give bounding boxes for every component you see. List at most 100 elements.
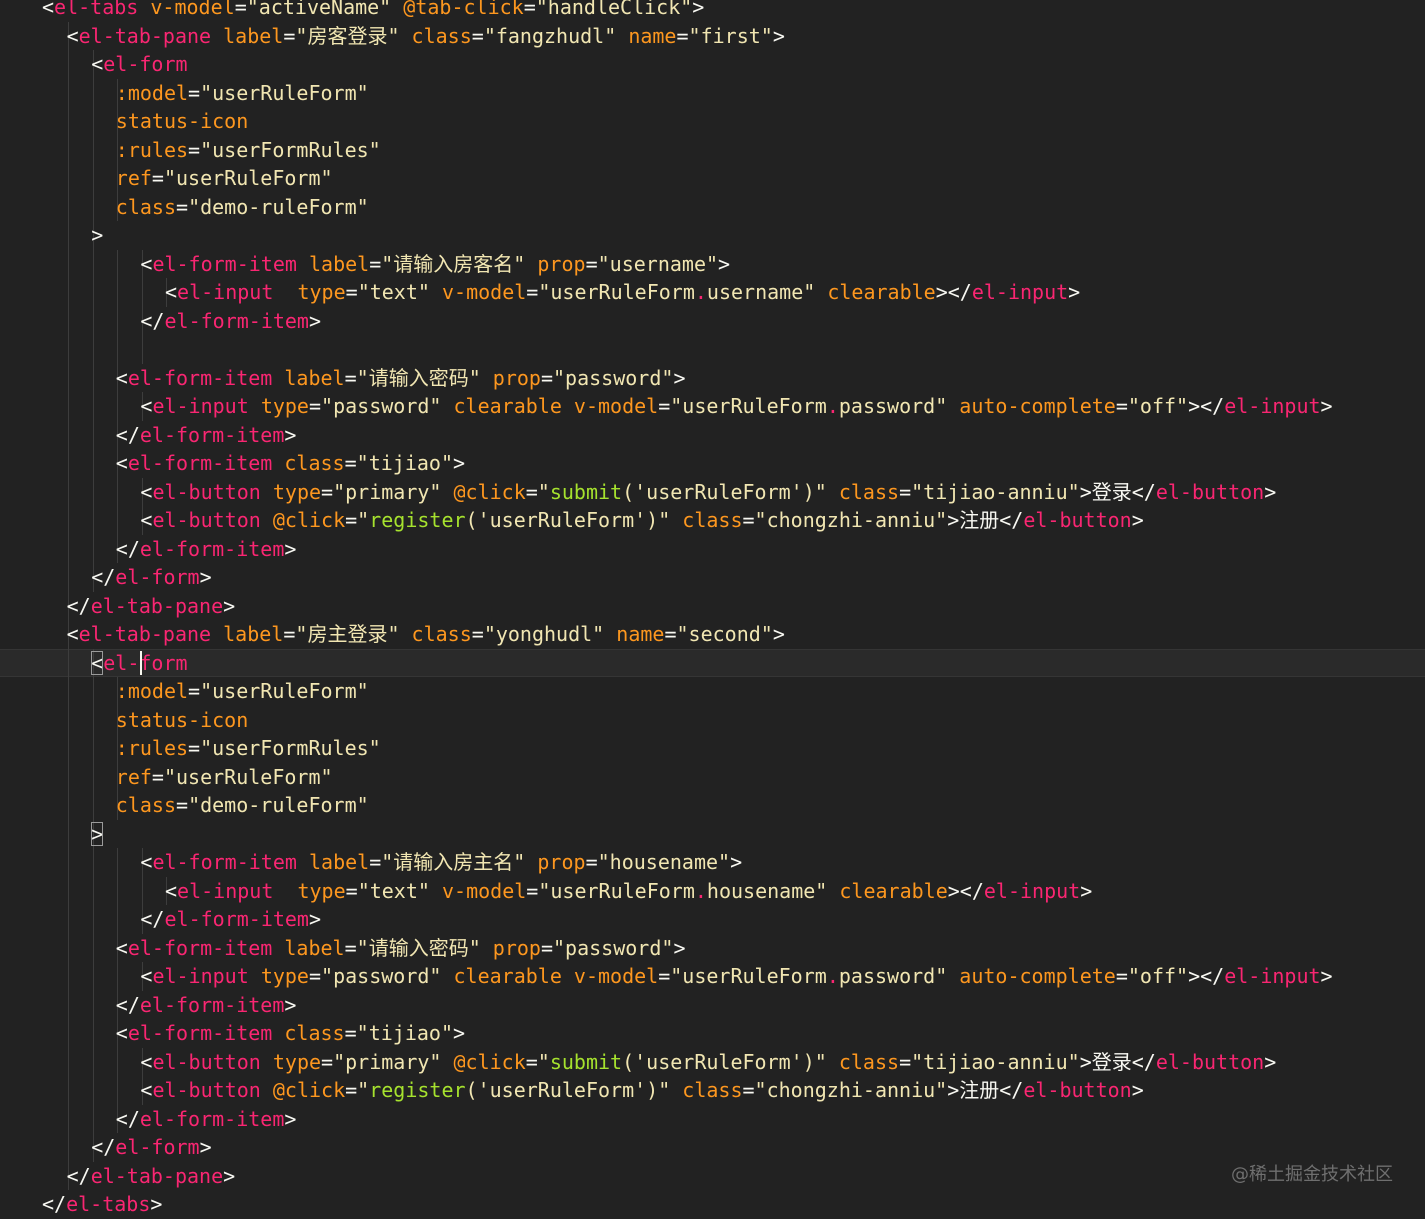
token-punc: < bbox=[66, 622, 79, 646]
code-line[interactable]: </el-form> bbox=[0, 1133, 1425, 1162]
code-line[interactable]: <el-form-item class="tijiao"> bbox=[0, 449, 1425, 478]
code-line[interactable]: <el-input type="text" v-model="userRuleF… bbox=[0, 876, 1425, 905]
code-line[interactable]: </el-form-item> bbox=[0, 990, 1425, 1019]
indent-guide bbox=[117, 962, 119, 991]
code-line[interactable]: :rules="userFormRules" bbox=[0, 734, 1425, 763]
indent-guide bbox=[68, 705, 69, 734]
code-line[interactable]: class="demo-ruleForm" bbox=[0, 791, 1425, 820]
code-line[interactable]: > bbox=[0, 819, 1425, 848]
code-line[interactable]: </el-form-item> bbox=[0, 306, 1425, 335]
token-attr: type bbox=[272, 479, 322, 504]
token-tag: el-tab-pane bbox=[78, 622, 212, 646]
token-str: "off" bbox=[1127, 964, 1189, 988]
indent-guide bbox=[92, 876, 94, 905]
code-line[interactable]: <el-button type="primary" @click="submit… bbox=[0, 1047, 1425, 1077]
code-text: <el-button type="primary" @click="submit… bbox=[140, 1048, 1276, 1077]
code-line[interactable]: <el-form-item label="请输入密码" prop="passwo… bbox=[0, 363, 1425, 392]
token-attr: prop bbox=[537, 850, 586, 874]
code-line[interactable]: <el-form-item label="请输入房主名" prop="house… bbox=[0, 848, 1425, 877]
code-line[interactable]: <el-form bbox=[0, 50, 1425, 79]
code-line[interactable]: ref="userRuleForm" bbox=[0, 762, 1425, 791]
code-line[interactable]: class="demo-ruleForm" bbox=[0, 192, 1425, 221]
token-attr: ref bbox=[115, 166, 152, 190]
code-line[interactable]: </el-tabs> bbox=[0, 1190, 1425, 1219]
indent-guide bbox=[68, 221, 69, 250]
code-line[interactable]: ref="userRuleForm" bbox=[0, 164, 1425, 193]
code-line[interactable]: <el-button @click="register('userRuleFor… bbox=[0, 506, 1425, 535]
token-attr: clearable bbox=[839, 878, 948, 903]
code-line[interactable]: <el-tab-pane label="房主登录" class="yonghud… bbox=[0, 620, 1425, 649]
indent-guide bbox=[68, 848, 69, 877]
token-str: "userRuleForm bbox=[538, 878, 695, 903]
token-punc bbox=[261, 508, 273, 532]
token-punc bbox=[272, 936, 284, 960]
code-line[interactable]: <el-input type="password" clearable v-mo… bbox=[0, 962, 1425, 991]
code-line[interactable]: <el-input type="text" v-model="userRuleF… bbox=[0, 278, 1425, 307]
token-tag: el-tab-pane bbox=[90, 593, 224, 618]
token-punc bbox=[249, 964, 261, 988]
token-attr: prop bbox=[492, 935, 541, 960]
token-punc: > bbox=[730, 850, 743, 874]
token-str: "userRuleForm" bbox=[163, 764, 333, 789]
code-line[interactable]: <el-form-item label="请输入密码" prop="passwo… bbox=[0, 933, 1425, 962]
code-line[interactable]: </el-form-item> bbox=[0, 1104, 1425, 1133]
token-punc bbox=[400, 622, 412, 646]
code-line[interactable]: </el-tab-pane> bbox=[0, 591, 1425, 620]
code-text: <el-form-item class="tijiao"> bbox=[116, 449, 465, 478]
token-punc: < bbox=[115, 1021, 128, 1045]
code-line[interactable]: </el-tab-pane> bbox=[0, 1161, 1425, 1190]
code-text: :rules="userFormRules" bbox=[116, 734, 381, 763]
token-punc: = bbox=[345, 1078, 358, 1102]
code-text: <el-tab-pane label="房主登录" class="yonghud… bbox=[67, 620, 785, 649]
code-line[interactable]: > bbox=[0, 221, 1425, 250]
code-line[interactable]: :model="userRuleForm" bbox=[0, 677, 1425, 706]
token-attr: clearable bbox=[453, 964, 562, 988]
code-line[interactable] bbox=[0, 335, 1425, 364]
token-tag: el-button bbox=[1155, 479, 1265, 504]
code-line[interactable]: </el-form> bbox=[0, 563, 1425, 592]
token-str: " bbox=[537, 1049, 550, 1074]
token-punc bbox=[441, 1050, 453, 1074]
token-punc: </ bbox=[66, 593, 91, 618]
code-line[interactable]: <el-tabs v-model="activeName" @tab-click… bbox=[0, 0, 1425, 22]
indent-guide bbox=[68, 449, 69, 478]
code-line[interactable]: <el-form bbox=[0, 648, 1425, 677]
code-line[interactable]: <el-tab-pane label="房客登录" class="fangzhu… bbox=[0, 21, 1425, 50]
code-line[interactable]: :rules="userFormRules" bbox=[0, 135, 1425, 164]
token-punc: < bbox=[140, 1049, 153, 1074]
token-punc: > bbox=[308, 308, 322, 333]
code-line[interactable]: status-icon bbox=[0, 705, 1425, 734]
token-punc: = bbox=[525, 479, 538, 504]
code-line[interactable]: </el-form-item> bbox=[0, 905, 1425, 934]
code-line[interactable]: :model="userRuleForm" bbox=[0, 78, 1425, 107]
token-str: "off" bbox=[1127, 394, 1189, 418]
code-line[interactable]: <el-button type="primary" @click="submit… bbox=[0, 477, 1425, 506]
code-line[interactable]: <el-form-item class="tijiao"> bbox=[0, 1019, 1425, 1048]
indent-guide bbox=[68, 563, 69, 592]
token-tag: el-input bbox=[177, 280, 274, 304]
code-line[interactable]: <el-input type="password" clearable v-mo… bbox=[0, 392, 1425, 421]
token-attr: status-icon bbox=[115, 707, 249, 732]
watermark: @稀土掘金技术社区 bbox=[1231, 1164, 1393, 1185]
indent-guide bbox=[68, 477, 69, 506]
token-punc: = bbox=[344, 451, 357, 475]
code-line[interactable]: status-icon bbox=[0, 107, 1425, 136]
code-line[interactable]: </el-form-item> bbox=[0, 420, 1425, 450]
code-text: </el-form-item> bbox=[116, 421, 297, 450]
indent-guide bbox=[68, 335, 69, 364]
code-editor[interactable]: <el-tabs v-model="activeName" @tab-click… bbox=[0, 0, 1425, 1218]
token-punc: > bbox=[1131, 1078, 1144, 1102]
code-line[interactable]: <el-button @click="register('userRuleFor… bbox=[0, 1076, 1425, 1105]
code-line[interactable]: </el-form-item> bbox=[0, 534, 1425, 563]
code-line[interactable]: <el-form-item label="请输入房客名" prop="usern… bbox=[0, 249, 1425, 278]
token-punc: > bbox=[1320, 394, 1333, 418]
token-punc: = bbox=[188, 137, 201, 162]
indent-guide bbox=[68, 78, 69, 107]
token-str: "tijiao" bbox=[356, 451, 453, 475]
indent-guide bbox=[92, 705, 94, 734]
token-attr: :rules bbox=[115, 137, 189, 162]
token-punc: > bbox=[1264, 1049, 1277, 1074]
indent-guide bbox=[68, 1076, 69, 1105]
indent-guide bbox=[92, 477, 94, 506]
token-punc: = bbox=[658, 394, 671, 418]
